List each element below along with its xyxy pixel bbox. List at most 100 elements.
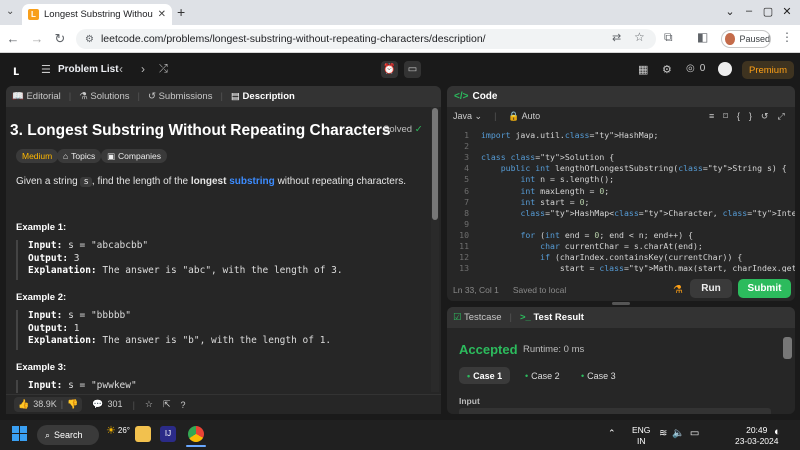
search-icon: ⌕ [45, 429, 51, 440]
scrollbar-thumb[interactable] [432, 108, 438, 220]
like-button[interactable]: 👍 38.9K | 👎 [14, 397, 83, 412]
settings-gear-icon[interactable]: ⚙ [662, 63, 672, 76]
line-number: 4 [464, 163, 469, 174]
tray-chevron-icon[interactable]: ⌃ [608, 428, 616, 439]
case-2-tab[interactable]: • Case 2 [517, 367, 568, 384]
tab-testcase[interactable]: ☑ Testcase [453, 312, 502, 323]
problem-list-link[interactable]: Problem List [58, 64, 119, 75]
submit-button[interactable]: Submit [738, 279, 791, 298]
chrome-icon[interactable] [188, 426, 204, 442]
profile-status: Paused [739, 34, 770, 44]
browser-tab[interactable]: L Longest Substring Without Rep ✕ [22, 4, 172, 25]
thumbs-up-icon: 👍 [18, 399, 30, 409]
input-value-box [459, 408, 771, 414]
debug-icon[interactable]: ⚗ [673, 283, 683, 296]
notes-icon[interactable]: ▭ [404, 61, 421, 78]
reset-icon[interactable]: ↺ [761, 111, 778, 121]
profile-button[interactable]: Paused [721, 30, 771, 48]
close-window-icon[interactable]: ✕ [779, 5, 795, 18]
minimize-icon[interactable]: – [741, 5, 757, 17]
tab-test-result[interactable]: >_ Test Result [520, 312, 584, 323]
panel-resize-handle[interactable] [612, 302, 630, 305]
shuffle-icon[interactable]: ⤮ [159, 63, 168, 76]
cursor-position: Ln 33, Col 1 [453, 284, 499, 295]
clock[interactable]: 20:49 23-03-2024 [735, 425, 778, 447]
active-app-indicator [186, 445, 206, 447]
result-status: Accepted [459, 342, 518, 357]
test-tab-bar: ☑ Testcase | >_ Test Result [447, 307, 795, 328]
tab-editorial[interactable]: 📖 Editorial [12, 91, 61, 102]
tab-solutions[interactable]: ⚗ Solutions [79, 91, 129, 102]
battery-icon: ▭ [689, 428, 705, 439]
substring-link[interactable]: substring [229, 176, 275, 187]
site-info-icon[interactable]: ⚙ [85, 34, 94, 45]
intellij-icon[interactable]: IJ [160, 426, 176, 442]
leetcode-logo-icon[interactable]: ʟ [13, 62, 19, 78]
test-scrollbar-thumb[interactable] [783, 337, 792, 359]
comments-button[interactable]: 💬 301 [92, 399, 122, 410]
case-1-tab[interactable]: • Case 1 [459, 367, 511, 384]
extensions-icon[interactable]: ⧉ [664, 30, 673, 45]
tab-description[interactable]: ▤ Description [231, 91, 295, 102]
solved-badge: Solved ✓ [383, 124, 423, 135]
case-3-tab[interactable]: • Case 3 [573, 367, 624, 384]
code-line: char currentChar = s.charAt(end); [540, 241, 703, 251]
line-number: 7 [464, 196, 469, 207]
run-button[interactable]: Run [690, 279, 732, 298]
auto-mode-toggle[interactable]: 🔒 Auto [508, 111, 540, 122]
close-tab-icon[interactable]: ✕ [158, 9, 166, 20]
topics-pill[interactable]: ⌂ Topics [57, 149, 102, 163]
code-editor[interactable]: 1 import java.util.class="ty">HashMap; 2 3 c… [447, 128, 795, 272]
line-number: 2 [464, 141, 469, 152]
example-2-block: Input: s = "bbbbb" Output: 1 Explanation… [16, 310, 426, 350]
example-1-block: Input: s = "abcabcbb" Output: 3 Explanat… [16, 240, 426, 280]
difficulty-pill[interactable]: Medium [16, 149, 59, 163]
omnibox[interactable]: ⚙ leetcode.com/problems/longest-substrin… [76, 29, 656, 49]
format-icon[interactable]: ≡ [709, 111, 723, 121]
code-line: int n = s.length(); [520, 174, 615, 185]
windows-start-icon[interactable] [12, 426, 27, 441]
prev-problem-icon[interactable]: ‹ [119, 62, 123, 76]
companies-pill[interactable]: ▣ Companies [101, 149, 168, 163]
translate-icon[interactable]: ⇄ [612, 31, 621, 44]
share-icon[interactable]: ⇱ [163, 399, 171, 410]
user-avatar[interactable] [718, 62, 732, 76]
code-line: class="ty">HashMap<class="ty">Character,… [520, 207, 795, 218]
notification-icon[interactable]: ◐ [774, 426, 781, 438]
tab-search-icon[interactable]: ⌄ [6, 6, 14, 17]
fullscreen-icon[interactable]: ⤢ [777, 111, 793, 121]
leetcode-favicon-icon: L [28, 9, 39, 20]
bookmark-icon[interactable]: ⌑ [723, 111, 737, 121]
chevron-down-icon[interactable]: ⌄ [722, 5, 738, 18]
braces-icon[interactable]: {} [737, 111, 761, 121]
next-problem-icon[interactable]: › [141, 62, 145, 76]
forward-icon[interactable]: → [29, 31, 45, 46]
list-icon: ☰ [41, 64, 51, 76]
side-panel-icon[interactable]: ◧ [697, 30, 708, 44]
code-line: public int lengthOfLongestSubstring(clas… [500, 163, 787, 174]
taskbar-search[interactable]: ⌕ Search [37, 425, 99, 445]
maximize-icon[interactable]: ▢ [760, 5, 776, 18]
tab-submissions[interactable]: ↺ Submissions [148, 91, 212, 102]
coins-display[interactable]: ◎ 0 [686, 63, 705, 74]
example-3-heading: Example 3: [16, 362, 67, 373]
timer-icon[interactable]: ⏰ [381, 61, 398, 78]
file-explorer-icon[interactable] [135, 426, 151, 442]
layout-grid-icon[interactable]: ▦ [638, 63, 648, 76]
back-icon[interactable]: ← [5, 31, 21, 46]
star-icon[interactable]: ☆ [145, 399, 153, 410]
premium-button[interactable]: Premium [742, 61, 794, 79]
weather-widget[interactable]: ☀ 26° [106, 424, 130, 437]
code-line: class class="ty">Solution { [481, 152, 615, 163]
help-icon[interactable]: ? [181, 400, 186, 410]
new-tab-icon[interactable]: + [177, 4, 185, 20]
coins-count: 0 [699, 63, 706, 74]
browser-menu-icon[interactable]: ⋮ [781, 30, 793, 44]
language-indicator[interactable]: ENG IN [632, 425, 650, 447]
speaker-icon: 🔈 [672, 428, 690, 439]
tray-icons[interactable]: ≋🔈▭ [659, 428, 704, 439]
language-select[interactable]: Java ⌄ [453, 111, 482, 122]
reload-icon[interactable]: ↻ [52, 31, 68, 47]
wifi-icon: ≋ [659, 428, 673, 439]
bookmark-star-icon[interactable]: ☆ [634, 30, 645, 44]
